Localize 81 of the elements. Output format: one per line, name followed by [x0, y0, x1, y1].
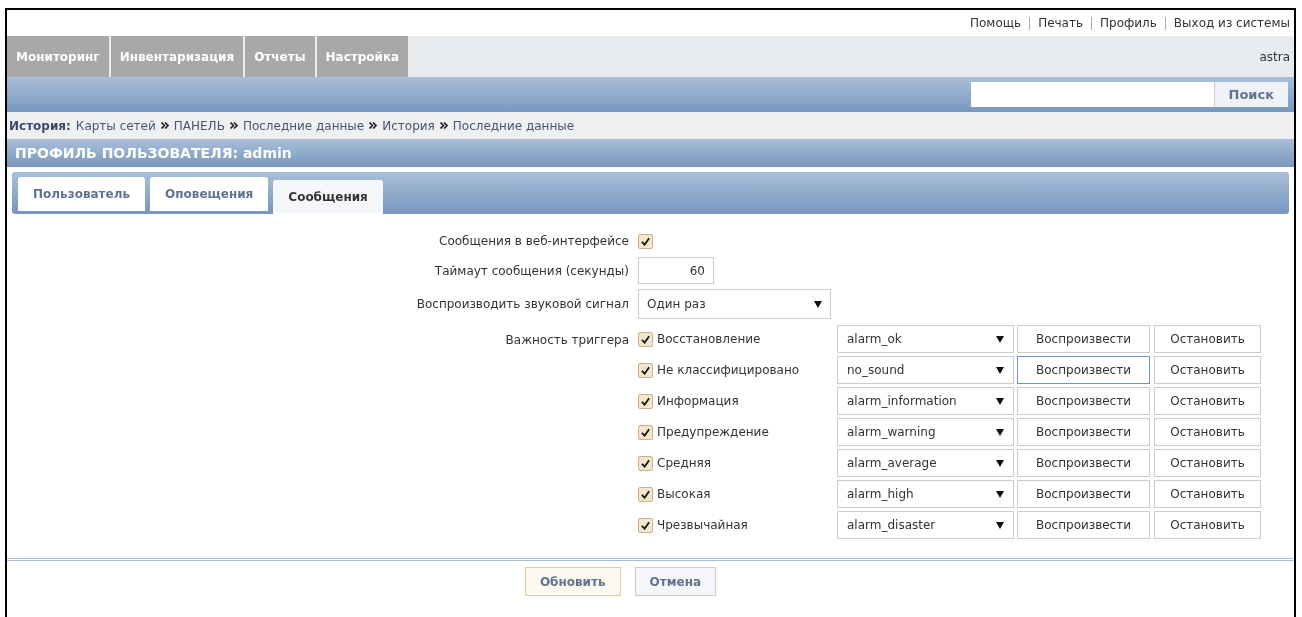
play-button[interactable]: Воспроизвести: [1017, 480, 1150, 508]
stop-button[interactable]: Остановить: [1154, 511, 1261, 539]
checkbox[interactable]: [638, 517, 653, 533]
play-button[interactable]: Воспроизвести: [1017, 356, 1150, 384]
checkbox[interactable]: [638, 486, 653, 502]
stop-button[interactable]: Остановить: [1154, 387, 1261, 415]
breadcrumb-link[interactable]: ПАНЕЛЬ: [173, 116, 225, 135]
field-label: Сообщения в веб-интерфейсе: [438, 233, 629, 250]
breadcrumb-label: История:: [9, 117, 71, 135]
stop-button[interactable]: Остановить: [1154, 356, 1261, 384]
caret-icon: [814, 300, 822, 308]
severity-label: Средняя: [657, 455, 712, 472]
tab[interactable]: Оповещения: [150, 177, 269, 211]
search-button[interactable]: Поиск: [1213, 82, 1288, 107]
play-button[interactable]: Воспроизвести: [1017, 449, 1150, 477]
check-icon: [641, 489, 650, 499]
check-icon: [641, 365, 650, 375]
checkbox[interactable]: [638, 455, 653, 471]
top-link[interactable]: Профиль: [1100, 14, 1157, 32]
play-button[interactable]: Воспроизвести: [1017, 387, 1150, 415]
top-link[interactable]: Печать: [1038, 14, 1084, 32]
sound-select[interactable]: alarm_disaster: [837, 511, 1014, 539]
check-icon: [641, 520, 650, 530]
check-icon: [641, 427, 650, 437]
username: astra: [1259, 48, 1291, 66]
field-label: Таймаут сообщения (секунды): [433, 262, 629, 280]
page-title: ПРОФИЛЬ ПОЛЬЗОВАТЕЛЯ: admin: [15, 143, 292, 163]
severity-label: Высокая: [657, 486, 712, 503]
double-chevron-icon: [160, 122, 169, 129]
checkbox[interactable]: [638, 424, 653, 440]
sound-select[interactable]: alarm_average: [837, 449, 1014, 477]
severity-label: Не классифицировано: [657, 362, 801, 379]
breadcrumb-link[interactable]: Последние данные: [242, 116, 365, 135]
checkbox[interactable]: [638, 233, 653, 249]
checkbox[interactable]: [638, 331, 653, 347]
severity-label: Предупреждение: [657, 424, 770, 441]
tab[interactable]: Сообщения: [273, 180, 383, 214]
severity-label: Восстановление: [657, 331, 762, 348]
field-label: Важность триггера: [504, 332, 629, 349]
search-field[interactable]: [970, 82, 1214, 107]
sound-select[interactable]: alarm_warning: [837, 418, 1014, 446]
play-button[interactable]: Воспроизвести: [1017, 511, 1150, 539]
sound-select[interactable]: alarm_information: [837, 387, 1014, 415]
checkbox[interactable]: [638, 393, 653, 409]
caret-icon: [996, 490, 1004, 498]
field-label: Воспроизводить звуковой сигнал: [415, 296, 629, 313]
double-chevron-icon: [369, 122, 378, 129]
sound-select[interactable]: no_sound: [837, 356, 1014, 384]
stop-button[interactable]: Остановить: [1154, 325, 1261, 353]
caret-icon: [996, 397, 1004, 405]
caret-icon: [996, 335, 1004, 343]
double-chevron-icon: [439, 122, 448, 129]
checkbox[interactable]: [638, 362, 653, 378]
sound-select[interactable]: alarm_high: [837, 480, 1014, 508]
update-button[interactable]: Обновить: [524, 567, 621, 596]
tab[interactable]: Пользователь: [18, 177, 146, 211]
check-icon: [641, 396, 650, 406]
cancel-button[interactable]: Отмена: [634, 567, 717, 596]
caret-icon: [996, 428, 1004, 436]
double-chevron-icon: [229, 122, 238, 129]
check-icon: [641, 458, 650, 468]
caret-icon: [996, 521, 1004, 529]
top-link[interactable]: Помощь: [970, 14, 1022, 32]
top-link[interactable]: Выход из системы: [1173, 14, 1290, 32]
stop-button[interactable]: Остановить: [1154, 418, 1261, 446]
play-button[interactable]: Воспроизвести: [1017, 325, 1150, 353]
breadcrumb-link[interactable]: Последние данные: [452, 116, 575, 135]
severity-label: Чрезвычайная: [657, 517, 749, 534]
breadcrumb-link[interactable]: История: [382, 116, 435, 135]
stop-button[interactable]: Остановить: [1154, 449, 1261, 477]
check-icon: [641, 236, 650, 246]
timeout-field[interactable]: 60: [638, 257, 714, 284]
check-icon: [641, 334, 650, 344]
play-button[interactable]: Воспроизвести: [1017, 418, 1150, 446]
caret-icon: [996, 366, 1004, 374]
caret-icon: [996, 459, 1004, 467]
select-field[interactable]: Один раз: [638, 289, 831, 319]
severity-label: Информация: [657, 393, 740, 410]
breadcrumb-link[interactable]: Карты сетей: [75, 116, 156, 135]
stop-button[interactable]: Остановить: [1154, 480, 1261, 508]
sound-select[interactable]: alarm_ok: [837, 325, 1014, 353]
